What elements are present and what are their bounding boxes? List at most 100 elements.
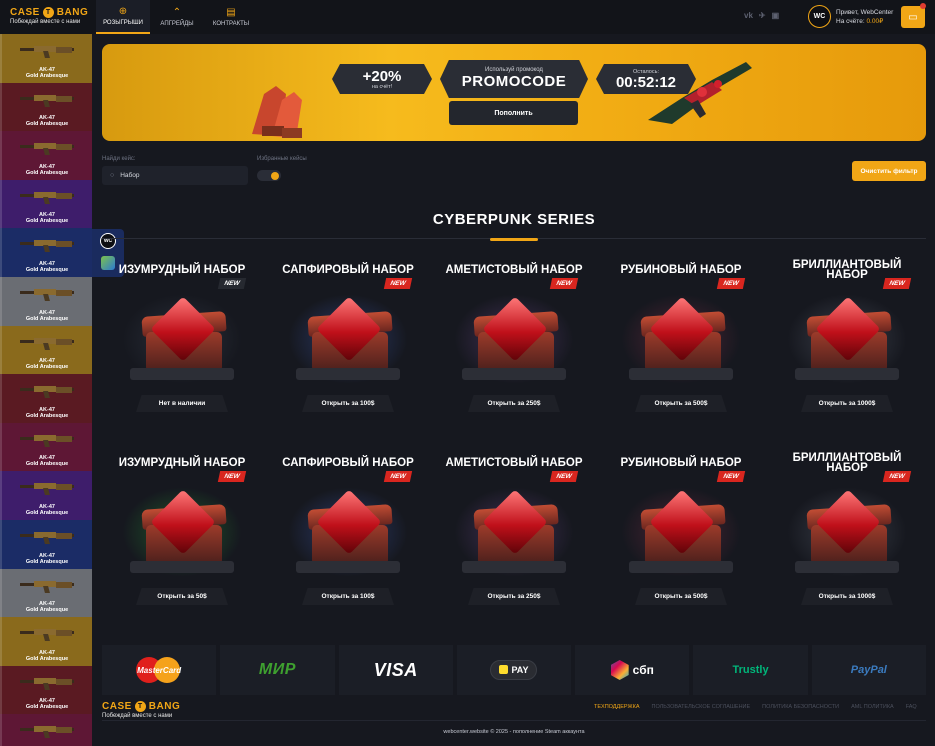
footer-link-aml[interactable]: AML ПОЛИТИКА: [851, 704, 894, 710]
bonus-badge: +20% на счёт!: [332, 64, 432, 94]
copyright: webcenter.website © 2025 - пополнение St…: [443, 729, 585, 735]
drop-skin-name: Gold Arabesque: [25, 364, 69, 371]
open-case-button[interactable]: Открыть за 500$: [635, 395, 727, 412]
rifle-icon: [20, 383, 74, 399]
promo-code[interactable]: PROMOCODE: [462, 73, 567, 91]
upgrade-icon: ⌃: [172, 6, 182, 18]
nav-contracts[interactable]: ▤ КОНТРАКТЫ: [204, 0, 258, 34]
drop-skin-name: Gold Arabesque: [25, 121, 69, 128]
site-logo[interactable]: CASE T BANG Побеждай вместе с нами: [10, 7, 90, 25]
greeting-prefix: Привет,: [836, 8, 861, 16]
new-badge: NEW: [549, 471, 579, 482]
case-image[interactable]: [621, 477, 741, 583]
drop-skin-name: Gold Arabesque: [25, 558, 69, 565]
open-case-button[interactable]: Открыть за 250$: [468, 395, 560, 412]
live-drop-item[interactable]: AK-47Gold Arabesque: [0, 519, 92, 569]
topup-button[interactable]: Пополнить: [449, 101, 578, 125]
case-card[interactable]: ИЗУМРУДНЫЙ НАБОР NEW Нет в наличии: [102, 260, 262, 436]
case-image[interactable]: [122, 477, 242, 583]
nav-giveaways[interactable]: ⊕ РОЗЫГРЫШИ: [96, 0, 150, 34]
clear-filter-button[interactable]: Очистить фильтр: [852, 161, 926, 181]
rifle-icon: [20, 723, 74, 739]
greeting-line: Привет, WebCenter: [836, 8, 893, 17]
case-card[interactable]: САПФИРОВЫЙ НАБОР NEW Открыть за 100$: [268, 453, 428, 629]
live-drop-item[interactable]: AK-47Gold Arabesque: [0, 374, 92, 423]
live-drop-item[interactable]: AK-47Gold Arabesque: [0, 179, 92, 229]
case-image[interactable]: [787, 284, 907, 390]
live-drop-item[interactable]: AK-47Gold Arabesque: [0, 228, 92, 277]
live-drop-item[interactable]: AK-47Gold Arabesque: [0, 34, 92, 83]
promo-code-box: Используй промокод PROMOCODE: [440, 60, 588, 98]
open-case-button[interactable]: Открыть за 250$: [468, 588, 560, 605]
live-drop-item[interactable]: AK-47Gold Arabesque: [0, 665, 92, 715]
open-case-button[interactable]: Нет в наличии: [136, 395, 228, 412]
username: WebCenter: [860, 8, 894, 16]
nav-upgrades[interactable]: ⌃ АПГРЕЙДЫ: [150, 0, 204, 34]
case-image[interactable]: [787, 477, 907, 583]
open-case-button[interactable]: Открыть за 500$: [635, 588, 727, 605]
case-image[interactable]: [454, 477, 574, 583]
case-card[interactable]: ИЗУМРУДНЫЙ НАБОР NEW Открыть за 50$: [102, 453, 262, 629]
sbp-label: сбп: [632, 663, 654, 677]
live-drop-item[interactable]: AK-47Gold Arabesque: [0, 325, 92, 375]
wallet-icon: ▭: [908, 11, 918, 23]
case-card[interactable]: БРИЛЛИАНТОВЫЙ НАБОР NEW Открыть за 1000$: [767, 259, 927, 436]
open-case-button[interactable]: Открыть за 50$: [136, 588, 228, 605]
open-case-button[interactable]: Открыть за 1000$: [801, 395, 893, 412]
tpay-logo: PAY: [456, 645, 572, 695]
live-drop-item[interactable]: AK-47Gold Arabesque: [0, 82, 92, 132]
case-image[interactable]: [122, 284, 242, 390]
open-case-button[interactable]: Открыть за 100$: [302, 588, 394, 605]
footer-link-support[interactable]: ТЕХПОДДЕРЖКА: [594, 704, 639, 710]
case-image[interactable]: [621, 284, 741, 390]
case-image[interactable]: [454, 284, 574, 390]
logo-word-bang: BANG: [56, 7, 89, 18]
logo-word-bang: BANG: [148, 701, 181, 712]
rifle-icon: [20, 578, 74, 593]
case-card[interactable]: САПФИРОВЫЙ НАБОР NEW Открыть за 100$: [268, 260, 428, 436]
logo-word-case: CASE: [102, 701, 132, 712]
live-drop-item[interactable]: AK-47Gold Arabesque: [0, 568, 92, 618]
favorites-label: Избранные кейсы: [257, 156, 307, 162]
case-card[interactable]: РУБИНОВЫЙ НАБОР NEW Открыть за 500$: [601, 260, 761, 436]
case-card[interactable]: АМЕТИСТОВЫЙ НАБОР NEW Открыть за 250$: [434, 260, 594, 436]
search-input[interactable]: [120, 172, 231, 179]
search-field[interactable]: ○: [102, 166, 248, 185]
live-drop-item[interactable]: AK-47Gold Arabesque: [0, 617, 92, 666]
logo-coin-icon: T: [42, 7, 54, 18]
open-case-button[interactable]: Открыть за 1000$: [801, 588, 893, 605]
live-drop-item[interactable]: AK-47Gold Arabesque: [0, 471, 92, 520]
new-badge: NEW: [882, 471, 912, 482]
live-drop-item[interactable]: AK-47Gold Arabesque: [0, 714, 92, 746]
live-drop-item[interactable]: AK-47Gold Arabesque: [0, 276, 92, 326]
case-title: РУБИНОВЫЙ НАБОР: [620, 264, 742, 276]
footer-link-security[interactable]: ПОЛИТИКА БЕЗОПАСНОСТИ: [762, 704, 839, 710]
open-case-button[interactable]: Открыть за 100$: [302, 395, 394, 412]
vk-icon[interactable]: vk: [744, 11, 753, 20]
case-card[interactable]: АМЕТИСТОВЫЙ НАБОР NEW Открыть за 250$: [434, 453, 594, 629]
balance-value: 0.00₽: [866, 17, 884, 25]
footer-logo[interactable]: CASE T BANG Побеждай вместе с нами: [102, 701, 180, 719]
drop-skin-name: Gold Arabesque: [25, 266, 69, 273]
new-badge: NEW: [383, 471, 413, 482]
mir-label: МИР: [258, 661, 296, 678]
case-image[interactable]: [288, 477, 408, 583]
rifle-icon: [20, 286, 74, 301]
paypal-logo: PayPal: [811, 645, 926, 695]
live-drop-item[interactable]: AK-47Gold Arabesque: [0, 422, 92, 472]
case-card[interactable]: БРИЛЛИАНТОВЫЙ НАБОР NEW Открыть за 1000$: [767, 452, 927, 629]
footer-link-terms[interactable]: ПОЛЬЗОВАТЕЛЬСКОЕ СОГЛАШЕНИЕ: [651, 704, 750, 710]
wallet-button[interactable]: ▭: [901, 6, 925, 28]
avatar[interactable]: WC: [808, 5, 831, 28]
live-drop-item[interactable]: AK-47Gold Arabesque: [0, 131, 92, 180]
drop-skin-name: Gold Arabesque: [25, 509, 69, 516]
bonus-percent: +20%: [362, 67, 402, 85]
winner-avatar[interactable]: WC: [100, 233, 116, 249]
telegram-icon[interactable]: ✈: [759, 11, 766, 20]
twitch-icon[interactable]: ▣: [772, 11, 780, 20]
footer-link-faq[interactable]: FAQ: [906, 704, 917, 710]
case-image[interactable]: [288, 284, 408, 390]
case-card[interactable]: РУБИНОВЫЙ НАБОР NEW Открыть за 500$: [601, 453, 761, 629]
user-panel[interactable]: WC Привет, WebCenter На счёте: 0.00₽: [808, 5, 893, 28]
favorites-toggle[interactable]: [257, 170, 281, 181]
